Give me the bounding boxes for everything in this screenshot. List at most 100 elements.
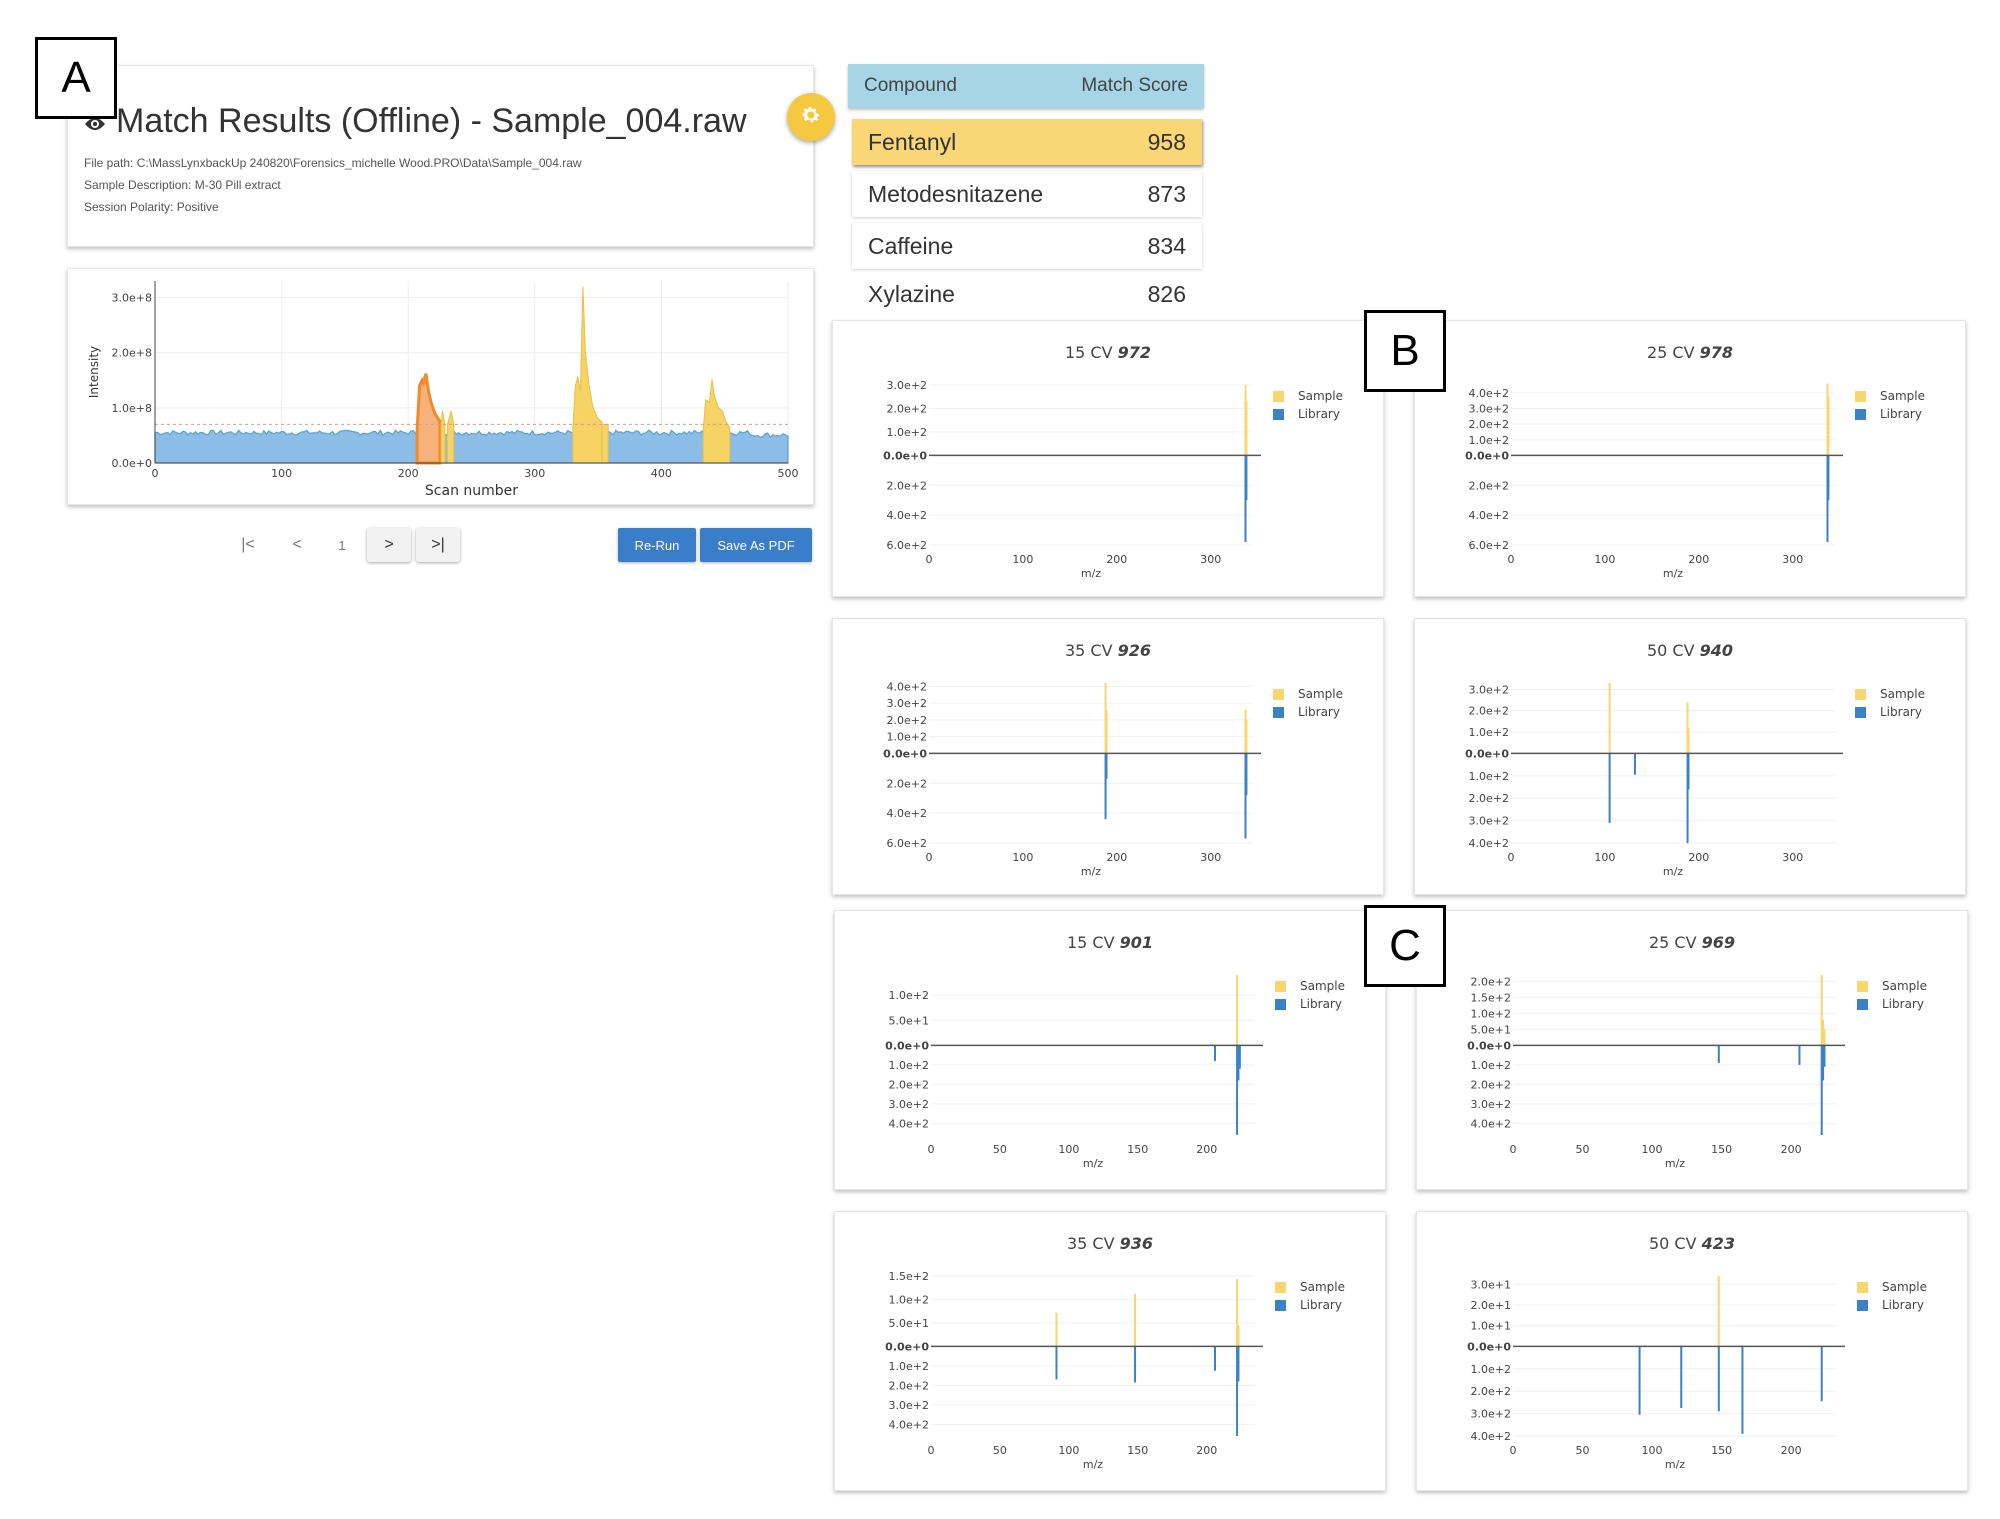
x-tick-label: 50 [993, 1143, 1007, 1156]
last-page-button[interactable]: >| [416, 528, 460, 562]
x-tick-label: 200 [1688, 851, 1709, 864]
x-tick-label: 0 [1508, 851, 1515, 864]
peak-region-yellow [702, 379, 731, 464]
x-tick-label: 100 [1058, 1444, 1079, 1457]
spectrum-chart: 3.0e+2 2.0e+2 1.0e+2 1.0e+2 2.0e+2 3.0e+2 4.0e… [1465, 683, 1843, 878]
spectrum-card-c-15cv: 15 CV 901 Sample Library 1.0e+2 5.0e+1 1.0e+2… [834, 910, 1386, 1190]
save-as-pdf-button[interactable]: Save As PDF [700, 528, 812, 562]
match-score: 873 [1147, 180, 1186, 207]
y-tick-label-zero: 0.0e+0 [883, 449, 927, 462]
x-tick-label: 150 [1711, 1444, 1732, 1457]
spectrum-chart: 1.0e+2 5.0e+1 1.0e+2 2.0e+2 3.0e+2 4.0e+2 0.0e… [885, 975, 1263, 1170]
x-tick-label: 50 [1576, 1444, 1590, 1457]
rerun-button[interactable]: Re-Run [618, 528, 696, 562]
x-tick-label: 50 [1576, 1143, 1590, 1156]
y-tick-label: 4.0e+2 [1469, 387, 1509, 400]
peak-region-yellow [440, 410, 446, 464]
spectrum-chart: 4.0e+2 3.0e+2 2.0e+2 1.0e+2 2.0e+2 4.0e+2 6.0e… [883, 680, 1261, 878]
spectrum-chart: 1.5e+2 1.0e+2 5.0e+1 1.0e+2 2.0e+2 3.0e+2 4.0e… [885, 1270, 1263, 1471]
y-tick-label: 4.0e+2 [889, 1418, 929, 1431]
x-tick-label: 200 [1196, 1143, 1217, 1156]
x-tick-label: 100 [271, 467, 292, 480]
y-tick-label: 2.0e+2 [889, 1379, 929, 1392]
x-axis-label: m/z [1081, 865, 1101, 878]
table-row-metodesnitazene[interactable]: Metodesnitazene 873 [852, 171, 1202, 217]
x-tick-label: 100 [1012, 553, 1033, 566]
y-tick-label: 2.0e+2 [1469, 479, 1509, 492]
first-page-button[interactable]: |< [233, 528, 263, 562]
x-tick-label: 200 [1106, 851, 1127, 864]
session-polarity: Session Polarity: Positive [84, 200, 219, 214]
peak-region-yellow [572, 286, 603, 464]
x-axis-label: m/z [1665, 1157, 1685, 1170]
x-tick-label: 300 [1782, 553, 1803, 566]
y-tick-label: 4.0e+2 [1469, 509, 1509, 522]
x-tick-label: 200 [1781, 1444, 1802, 1457]
spectrum-chart: 2.0e+2 1.5e+2 1.0e+2 5.0e+1 1.0e+2 2.0e+2 3.0e… [1467, 975, 1845, 1170]
x-tick-label: 50 [993, 1444, 1007, 1457]
y-tick-label: 3.0e+2 [1469, 402, 1509, 415]
x-tick-label: 300 [1200, 553, 1221, 566]
x-tick-label: 500 [778, 467, 799, 480]
y-tick-label: 1.0e+2 [889, 1293, 929, 1306]
y-tick-label: 3.0e+1 [1471, 1278, 1511, 1291]
last-page-icon: >| [431, 536, 445, 553]
y-tick-label: 3.0e+2 [1469, 815, 1509, 828]
next-page-button[interactable]: > [367, 528, 411, 562]
y-tick-label: 3.0e+2 [1471, 1408, 1511, 1421]
match-score: 958 [1147, 128, 1186, 155]
column-header-match-score: Match Score [1081, 75, 1188, 96]
x-tick-label: 0 [928, 1444, 935, 1457]
match-score: 834 [1147, 232, 1186, 259]
chromatogram-chart[interactable]: 0 100 200 300 400 500 0.0e+0 1.0e+8 2.0e+8 3.0e+8… [68, 269, 813, 504]
y-tick-label: 3.0e+2 [887, 697, 927, 710]
x-tick-label: 100 [1012, 851, 1033, 864]
x-tick-label: 100 [1594, 851, 1615, 864]
y-tick-label: 5.0e+1 [889, 1317, 929, 1330]
sample-description: Sample Description: M-30 Pill extract [84, 178, 281, 192]
y-tick-label: 1.0e+8 [112, 402, 152, 415]
spectrum-card-b-35cv: 35 CV 926 Sample Library 4.0e+2 3.0e+2 2.0e+2… [832, 618, 1384, 895]
y-tick-label-zero: 0.0e+0 [1467, 1340, 1511, 1353]
column-header-compound: Compound [864, 75, 957, 96]
y-tick-label: 1.0e+2 [1469, 726, 1509, 739]
y-tick-label: 6.0e+2 [887, 539, 927, 552]
y-tick-label: 1.0e+2 [1469, 434, 1509, 447]
y-tick-label-zero: 0.0e+0 [885, 1039, 929, 1052]
table-row-xylazine[interactable]: Xylazine 826 [852, 275, 1202, 309]
x-tick-label: 150 [1711, 1143, 1732, 1156]
x-tick-label: 200 [398, 467, 419, 480]
prev-page-button[interactable]: < [282, 528, 312, 562]
compound-name: Fentanyl [868, 128, 957, 155]
y-tick-label: 3.0e+2 [889, 1098, 929, 1111]
y-tick-label: 3.0e+8 [112, 292, 152, 305]
x-tick-label: 100 [1642, 1143, 1663, 1156]
x-tick-label: 300 [1200, 851, 1221, 864]
spectrum-card-c-35cv: 35 CV 936 Sample Library 1.5e+2 1.0e+2 5.0e+1… [834, 1211, 1386, 1491]
y-tick-label: 1.0e+2 [889, 1360, 929, 1373]
y-tick-label-zero: 0.0e+0 [885, 1340, 929, 1353]
spectrum-chart: 4.0e+2 3.0e+2 2.0e+2 1.0e+2 2.0e+2 4.0e+2 6.0e… [1465, 383, 1843, 580]
match-results-header: Match Results (Offline) - Sample_004.raw… [67, 65, 814, 247]
current-page[interactable]: 1 [327, 528, 357, 562]
x-axis-label: Scan number [425, 483, 518, 499]
x-tick-label: 200 [1196, 1444, 1217, 1457]
y-tick-label: 1.0e+2 [889, 989, 929, 1002]
y-tick-label: 4.0e+2 [1471, 1117, 1511, 1130]
prev-page-icon: < [292, 536, 302, 553]
chromatogram-card: 0 100 200 300 400 500 0.0e+0 1.0e+8 2.0e+8 3.0e+8… [67, 268, 814, 505]
next-page-icon: > [384, 536, 394, 553]
spectrum-card-b-50cv: 50 CV 940 Sample Library 3.0e+2 2.0e+2 1.0e+2… [1414, 618, 1966, 895]
y-tick-label-zero: 0.0e+0 [1467, 1039, 1511, 1052]
table-row-fentanyl[interactable]: Fentanyl 958 [852, 119, 1202, 165]
compound-name: Metodesnitazene [868, 180, 1044, 207]
settings-button[interactable] [787, 93, 835, 141]
x-tick-label: 100 [1594, 553, 1615, 566]
panel-label-b: B [1364, 310, 1446, 392]
y-tick-label: 1.0e+2 [1471, 1363, 1511, 1376]
table-header: Compound Match Score [848, 64, 1204, 108]
x-tick-label: 0 [152, 467, 159, 480]
chromatogram-baseline-area [154, 429, 789, 464]
x-axis-label: m/z [1663, 865, 1683, 878]
table-row-caffeine[interactable]: Caffeine 834 [852, 223, 1202, 269]
